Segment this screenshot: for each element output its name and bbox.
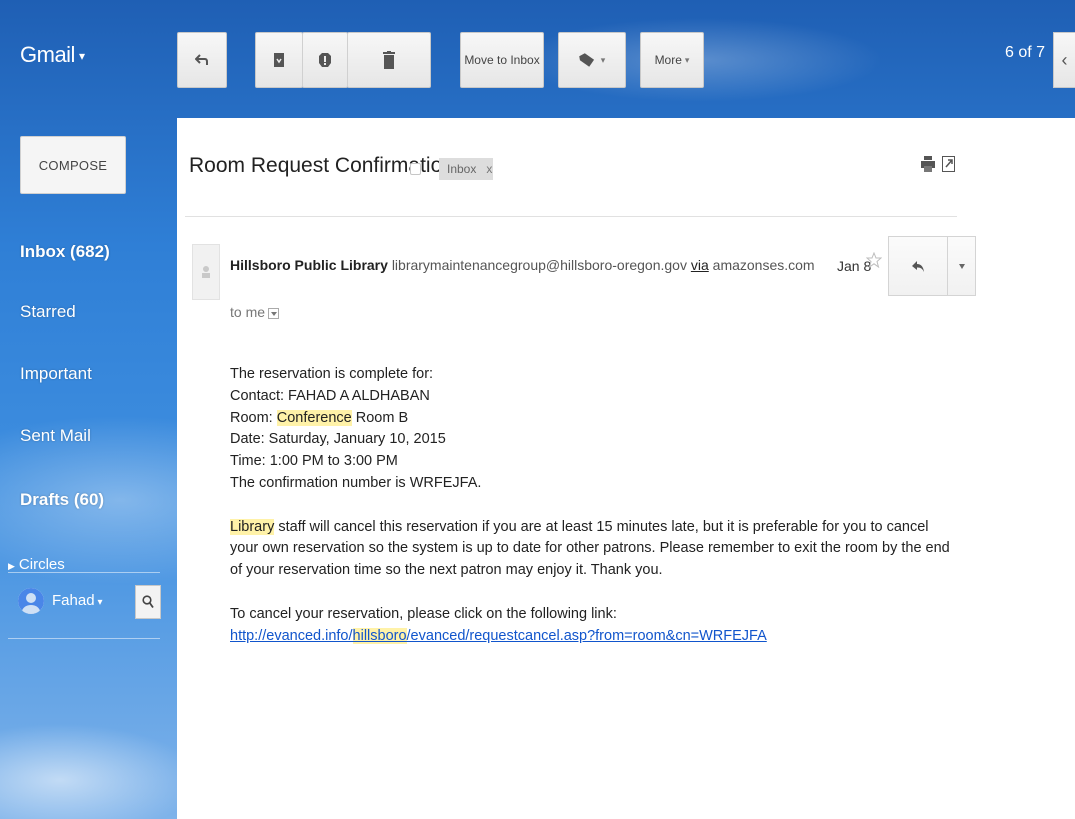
new-window-icon [942, 156, 955, 172]
archive-icon [274, 53, 284, 67]
report-spam-button[interactable] [302, 32, 348, 88]
link-segment: /evanced/requestcancel.asp?from=room&cn=… [406, 627, 767, 644]
delete-button[interactable] [347, 32, 431, 88]
nav-item-circles[interactable]: ▶ Circles [8, 556, 65, 573]
link-segment: http://evanced.info/ [230, 627, 353, 644]
recipient-label: to me [230, 304, 266, 320]
body-line: The confirmation number is WRFEJFA. [230, 474, 482, 491]
person-icon [18, 588, 44, 614]
compose-button[interactable]: COMPOSE [20, 136, 126, 194]
nav-item-drafts[interactable]: Drafts (60) [20, 490, 104, 510]
newer-message-button[interactable]: ‹ [1053, 32, 1075, 88]
message-pane: Room Request Confirmation Inbox x Hillsb… [177, 118, 1075, 819]
star-icon [865, 251, 883, 269]
label-chip-inbox: Inbox x [439, 158, 493, 180]
reply-group [888, 236, 976, 296]
trash-icon [383, 51, 395, 69]
chevron-left-icon: ‹ [1061, 49, 1068, 70]
left-navigation: COMPOSE Inbox (682) Starred Important Se… [0, 118, 177, 819]
recipient-line: to me [230, 304, 280, 320]
labels-button[interactable]: ▾ [558, 32, 626, 88]
subject-divider [185, 216, 957, 217]
body-line: Time: 1:00 PM to 3:00 PM [230, 453, 398, 470]
nav-item-starred[interactable]: Starred [20, 302, 76, 322]
more-actions-button[interactable]: More ▾ [640, 32, 704, 88]
print-icon [921, 156, 935, 172]
via-link[interactable]: via [691, 257, 709, 273]
compose-label: COMPOSE [38, 157, 108, 173]
search-people-button[interactable] [135, 585, 161, 619]
cancel-link[interactable]: http://evanced.info/hillsboro/evanced/re… [230, 626, 960, 648]
chevron-down-icon: ▾ [97, 597, 103, 608]
gmail-menu[interactable]: Gmail ▾ [20, 42, 85, 68]
label-tag-icon [578, 53, 594, 67]
back-arrow-icon [195, 54, 208, 65]
person-icon [202, 266, 210, 278]
nav-item-important[interactable]: Important [20, 364, 92, 384]
sender-email: librarymaintenancegroup@hillsboro-oregon… [391, 257, 687, 273]
nav-item-inbox[interactable]: Inbox (682) [20, 242, 110, 262]
chevron-down-icon: ▾ [684, 54, 690, 65]
sender-avatar [192, 244, 220, 300]
user-avatar[interactable] [18, 588, 44, 614]
label-chip-text: Inbox [447, 162, 477, 176]
show-details-button[interactable] [268, 307, 280, 319]
gmail-logo-text: Gmail [20, 42, 75, 67]
nav-divider [8, 572, 160, 573]
body-paragraph: Library staff will cancel this reservati… [230, 517, 960, 582]
user-name-label: Fahad [52, 592, 95, 609]
body-text-segment: staff will cancel this reservation if yo… [230, 518, 950, 579]
new-window-button[interactable] [942, 156, 955, 177]
search-highlight: Library [230, 518, 275, 535]
top-toolbar: Gmail ▾ Move to Inbox ▾ More ▾ 6 of 7 ‹ [0, 0, 1075, 118]
search-icon [142, 595, 154, 609]
chevron-down-icon: ▾ [600, 54, 606, 65]
body-line: Contact: FAHAD A ALDHABAN [230, 387, 430, 404]
triangle-right-icon: ▶ [8, 561, 15, 571]
body-text-segment: Room: [230, 409, 277, 426]
remove-label-button[interactable]: x [486, 162, 492, 176]
more-label: More [654, 53, 682, 67]
importance-marker[interactable] [410, 163, 421, 175]
body-line: Date: Saturday, January 10, 2015 [230, 431, 446, 448]
via-domain: amazonses.com [712, 257, 815, 273]
body-line: The reservation is complete for: [230, 366, 434, 382]
reply-button[interactable] [889, 237, 947, 295]
chevron-down-icon: ▾ [78, 49, 85, 64]
body-line: Room: Conference Room B [230, 408, 960, 430]
back-button[interactable] [177, 32, 227, 88]
spam-icon [319, 53, 331, 67]
star-button[interactable] [865, 251, 883, 273]
sender-name[interactable]: Hillsboro Public Library [230, 257, 388, 273]
chat-user-menu[interactable]: Fahad ▾ [52, 592, 103, 609]
nav-divider [8, 638, 160, 639]
circles-label: Circles [18, 556, 65, 573]
archive-button[interactable] [255, 32, 303, 88]
body-line: To cancel your reservation, please click… [230, 605, 617, 622]
search-highlight: Conference [276, 409, 352, 426]
message-pager-count: 6 of 7 [1004, 44, 1045, 61]
reply-icon [912, 261, 924, 272]
nav-item-sent-mail[interactable]: Sent Mail [20, 426, 91, 446]
body-text-segment: Room B [351, 409, 409, 426]
move-to-inbox-label: Move to Inbox [464, 53, 540, 67]
message-body: The reservation is complete for: Contact… [230, 364, 960, 647]
search-highlight: hillsboro [352, 627, 407, 644]
move-to-inbox-button[interactable]: Move to Inbox [460, 32, 544, 88]
more-reply-options-button[interactable] [947, 237, 975, 295]
sender-line: Hillsboro Public Library librarymaintena… [230, 257, 815, 273]
print-all-button[interactable] [921, 156, 935, 177]
